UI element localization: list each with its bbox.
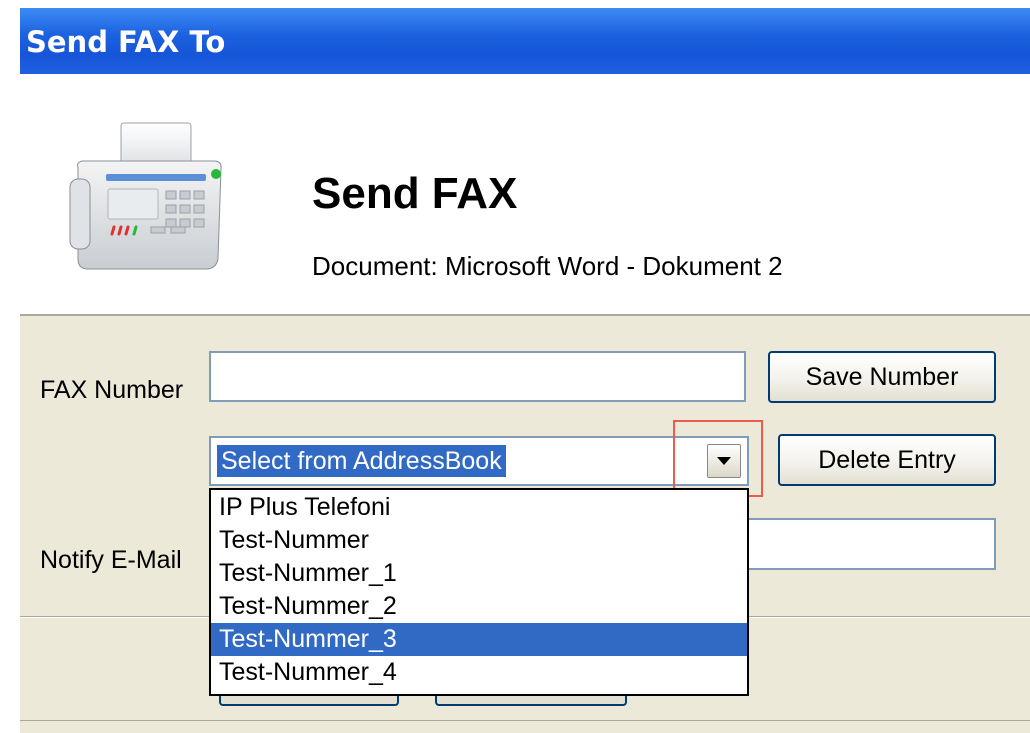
- dialog-heading: Send FAX: [312, 169, 518, 218]
- addressbook-selected-value: Select from AddressBook: [217, 445, 506, 477]
- addressbook-select[interactable]: Select from AddressBook: [209, 436, 749, 486]
- delete-entry-button[interactable]: Delete Entry: [778, 434, 996, 486]
- save-number-label: Save Number: [805, 362, 959, 391]
- window-title: Send FAX To: [26, 25, 226, 59]
- notify-email-label: Notify E-Mail: [40, 546, 182, 574]
- delete-entry-label: Delete Entry: [818, 445, 956, 474]
- list-item[interactable]: IP Plus Telefoni: [211, 491, 747, 524]
- bottom-border: [20, 720, 1030, 721]
- document-name: Document: Microsoft Word - Dokument 2: [312, 251, 783, 281]
- addressbook-dropdown-list[interactable]: IP Plus Telefoni Test-Nummer Test-Nummer…: [209, 488, 749, 696]
- list-item[interactable]: Test-Nummer_1: [211, 557, 747, 590]
- fax-machine-icon: [69, 122, 222, 270]
- send-fax-dialog: Send FAX To Send FAX Document: Microsoft…: [20, 8, 1030, 733]
- fax-number-label: FAX Number: [40, 376, 184, 404]
- fax-number-input[interactable]: [209, 351, 746, 402]
- save-number-button[interactable]: Save Number: [768, 351, 996, 403]
- highlight-box: [673, 420, 763, 497]
- list-item-selected[interactable]: Test-Nummer_3: [211, 623, 747, 656]
- list-item[interactable]: Test-Nummer: [211, 524, 747, 557]
- title-bar[interactable]: Send FAX To: [20, 8, 1030, 74]
- list-item[interactable]: Test-Nummer_2: [211, 590, 747, 623]
- list-item[interactable]: Test-Nummer_4: [211, 656, 747, 689]
- dialog-header: Send FAX Document: Microsoft Word - Doku…: [20, 74, 1030, 316]
